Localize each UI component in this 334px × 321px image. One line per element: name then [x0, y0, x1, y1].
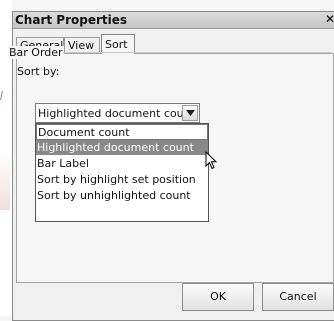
- cancel-button[interactable]: Cancel: [262, 283, 334, 311]
- mouse-pointer-icon: [205, 151, 218, 170]
- bar-order-group-label: Bar Order: [8, 46, 64, 59]
- chevron-down-icon[interactable]: [182, 105, 198, 121]
- option-document-count[interactable]: Document count: [36, 124, 208, 140]
- option-bar-label[interactable]: Bar Label: [36, 156, 208, 172]
- title-bar[interactable]: Chart Properties ✕: [13, 12, 334, 29]
- sort-by-combobox[interactable]: Highlighted document count: [35, 103, 200, 123]
- sort-by-dropdown-list: Document count Highlighted document coun…: [35, 123, 209, 222]
- close-icon[interactable]: ✕: [323, 12, 334, 27]
- combobox-value: Highlighted document count: [38, 107, 195, 120]
- ok-button[interactable]: OK: [182, 283, 254, 311]
- dialog-title: Chart Properties: [15, 13, 128, 27]
- option-sort-by-unhighlighted-count[interactable]: Sort by unhighlighted count: [36, 188, 208, 204]
- option-highlighted-document-count[interactable]: Highlighted document count: [36, 140, 208, 156]
- group-divider: [49, 52, 331, 53]
- background-mark: [0, 91, 6, 100]
- background-shade: [0, 150, 10, 210]
- sort-by-label: Sort by:: [17, 65, 60, 78]
- tab-view[interactable]: View: [64, 37, 100, 53]
- tab-sort[interactable]: Sort: [101, 34, 135, 54]
- option-sort-by-highlight-set-position[interactable]: Sort by highlight set position: [36, 172, 208, 188]
